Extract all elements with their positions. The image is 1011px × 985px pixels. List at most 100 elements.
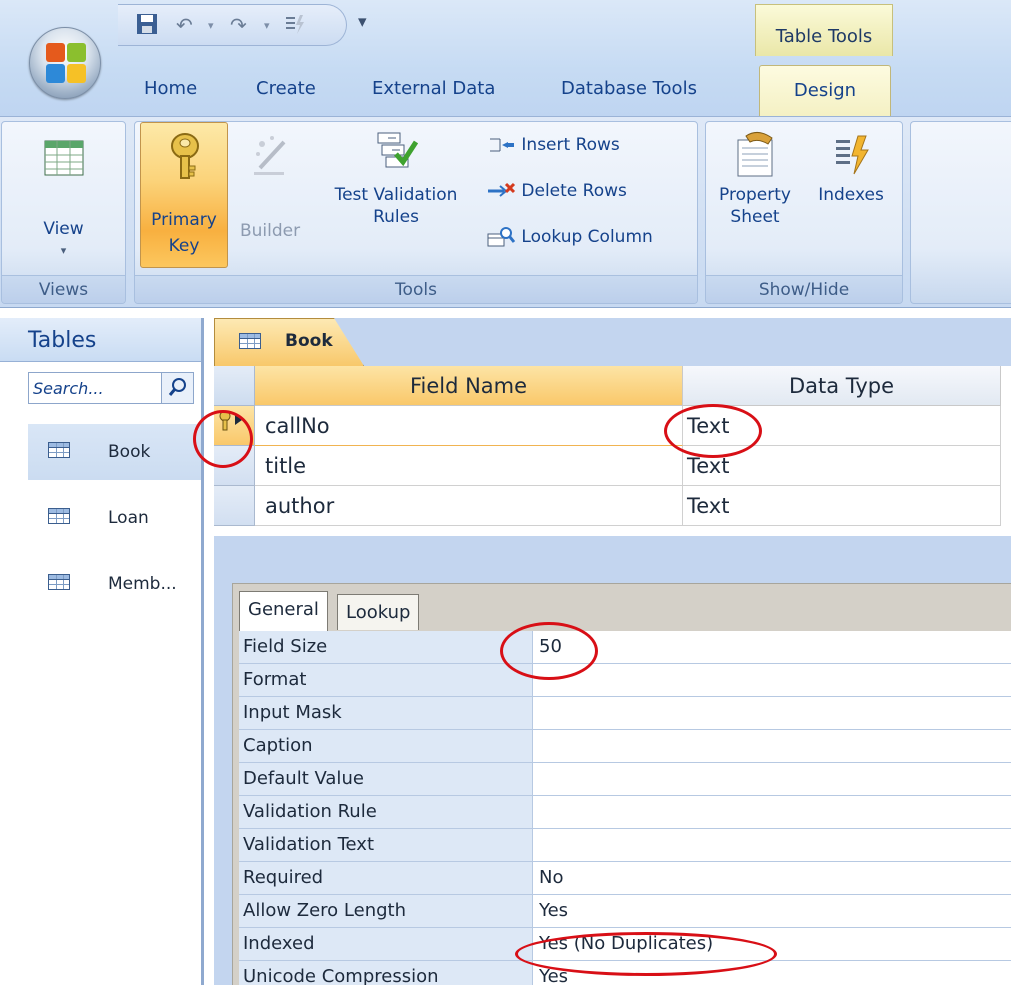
column-header-field-name[interactable]: Field Name — [255, 366, 683, 406]
insert-rows-label: Insert Rows — [521, 135, 620, 155]
row-selector[interactable] — [214, 406, 255, 446]
views-group-label: Views — [2, 275, 125, 303]
nav-item-loan[interactable]: Loan — [28, 490, 201, 546]
redo-icon[interactable]: ↷ — [230, 13, 247, 37]
property-value[interactable]: Yes — [539, 895, 568, 927]
property-label: Validation Rule — [239, 796, 533, 828]
table-icon — [48, 508, 70, 524]
property-label: Allow Zero Length — [239, 895, 533, 927]
nav-search-input[interactable]: Search... — [33, 379, 104, 398]
property-value[interactable]: 50 — [539, 631, 562, 663]
insert-rows-icon — [490, 138, 514, 152]
row-selector[interactable] — [214, 486, 255, 526]
data-type-cell[interactable]: Text — [683, 406, 1001, 446]
lookup-column-label: Lookup Column — [521, 227, 653, 247]
property-row[interactable]: Validation Text — [239, 829, 1011, 862]
view-button[interactable]: View ▾ — [2, 140, 125, 262]
test-validation-rules-button[interactable]: Test Validation Rules — [316, 130, 476, 228]
property-label: Format — [239, 664, 533, 696]
nav-item-label: Loan — [108, 508, 149, 528]
property-label: Validation Text — [239, 829, 533, 861]
data-type-cell[interactable]: Text — [683, 446, 1001, 486]
delete-rows-icon — [488, 182, 516, 197]
delete-rows-label: Delete Rows — [521, 181, 627, 201]
nav-item-member[interactable]: Memb... — [28, 556, 201, 612]
redo-dropdown-icon[interactable]: ▾ — [264, 19, 270, 32]
tab-general[interactable]: General — [239, 591, 328, 631]
data-type-cell[interactable]: Text — [683, 486, 1001, 526]
search-icon[interactable] — [161, 373, 193, 403]
nav-search-box[interactable]: Search... — [28, 372, 194, 404]
primary-key-label-1: Primary — [151, 210, 217, 230]
row-selector[interactable] — [214, 446, 255, 486]
property-row[interactable]: Unicode Compression Yes — [239, 961, 1011, 985]
view-dropdown-icon: ▾ — [60, 244, 67, 257]
tab-database-tools[interactable]: Database Tools — [561, 78, 697, 99]
property-value[interactable]: Yes (No Duplicates) — [539, 928, 713, 960]
customize-qat-icon[interactable]: ▾ — [358, 12, 367, 32]
field-properties-pane: General Lookup Field Size 50 Format Input… — [232, 583, 1011, 985]
builder-button[interactable]: Builder — [232, 130, 308, 242]
document-tab-label: Book — [285, 331, 333, 351]
lookup-column-icon — [487, 227, 516, 247]
delete-rows-button[interactable]: Delete Rows — [486, 180, 627, 202]
nav-item-book[interactable]: Book — [28, 424, 201, 480]
view-label: View — [43, 219, 84, 239]
property-row[interactable]: Validation Rule — [239, 796, 1011, 829]
tab-external-data[interactable]: External Data — [372, 78, 495, 99]
next-group-partial — [910, 121, 1011, 304]
navigation-pane: Tables — [0, 318, 204, 985]
save-icon[interactable] — [136, 13, 158, 40]
primary-key-label-2: Key — [168, 236, 200, 256]
indexes-qat-icon[interactable] — [284, 13, 306, 40]
property-row[interactable]: Caption — [239, 730, 1011, 763]
tab-design[interactable]: Design — [759, 65, 891, 119]
insert-rows-button[interactable]: Insert Rows — [486, 134, 620, 156]
property-value[interactable]: No — [539, 862, 563, 894]
property-row[interactable]: Allow Zero Length Yes — [239, 895, 1011, 928]
column-header-data-type[interactable]: Data Type — [683, 366, 1001, 406]
property-row[interactable]: Indexed Yes (No Duplicates) — [239, 928, 1011, 961]
tab-home[interactable]: Home — [144, 78, 197, 99]
nav-item-label: Book — [108, 442, 151, 462]
table-icon — [48, 574, 70, 590]
table-icon — [48, 442, 70, 458]
property-row[interactable]: Input Mask — [239, 697, 1011, 730]
grid-corner[interactable] — [214, 366, 255, 406]
document-tab-book[interactable]: Book — [214, 318, 364, 366]
field-name-cell[interactable]: author — [255, 486, 683, 526]
tab-create[interactable]: Create — [256, 78, 316, 99]
document-area: Book Field Name Data Type callNo Text ti… — [214, 318, 1011, 985]
property-row[interactable]: Default Value — [239, 763, 1011, 796]
table-tools-context: Table Tools — [755, 4, 893, 56]
nav-header: Tables — [0, 318, 201, 362]
primary-key-button[interactable]: Primary Key — [140, 122, 228, 268]
property-value[interactable]: Yes — [539, 961, 568, 985]
office-button[interactable] — [29, 27, 101, 99]
indexes-button[interactable]: Indexes — [806, 130, 896, 206]
undo-icon[interactable]: ↶ — [176, 13, 193, 37]
indexes-label: Indexes — [818, 185, 884, 205]
property-row[interactable]: Format — [239, 664, 1011, 697]
primary-key-row-icon — [219, 410, 242, 431]
field-name-cell[interactable]: title — [255, 446, 683, 486]
property-label: Indexed — [239, 928, 533, 960]
views-group: View ▾ Views — [1, 121, 126, 304]
lookup-column-button[interactable]: Lookup Column — [486, 226, 653, 248]
undo-dropdown-icon[interactable]: ▾ — [208, 19, 214, 32]
property-sheet-label-1: Property — [719, 185, 791, 205]
indexes-icon — [836, 135, 869, 175]
tools-group-label: Tools — [135, 275, 697, 303]
context-tab-title: Table Tools — [775, 26, 873, 47]
property-row[interactable]: Required No — [239, 862, 1011, 895]
field-name-cell[interactable]: callNo — [255, 406, 683, 446]
property-row[interactable]: Field Size 50 — [239, 631, 1011, 664]
property-label: Unicode Compression — [239, 961, 533, 985]
tab-lookup[interactable]: Lookup — [337, 594, 420, 630]
quick-access-toolbar: ↶ ▾ ↷ ▾ — [118, 4, 347, 46]
property-label: Caption — [239, 730, 533, 762]
nav-item-label: Memb... — [108, 574, 177, 594]
nav-title: Tables — [28, 328, 97, 353]
property-label: Field Size — [239, 631, 533, 663]
property-sheet-button[interactable]: Property Sheet — [710, 130, 800, 228]
